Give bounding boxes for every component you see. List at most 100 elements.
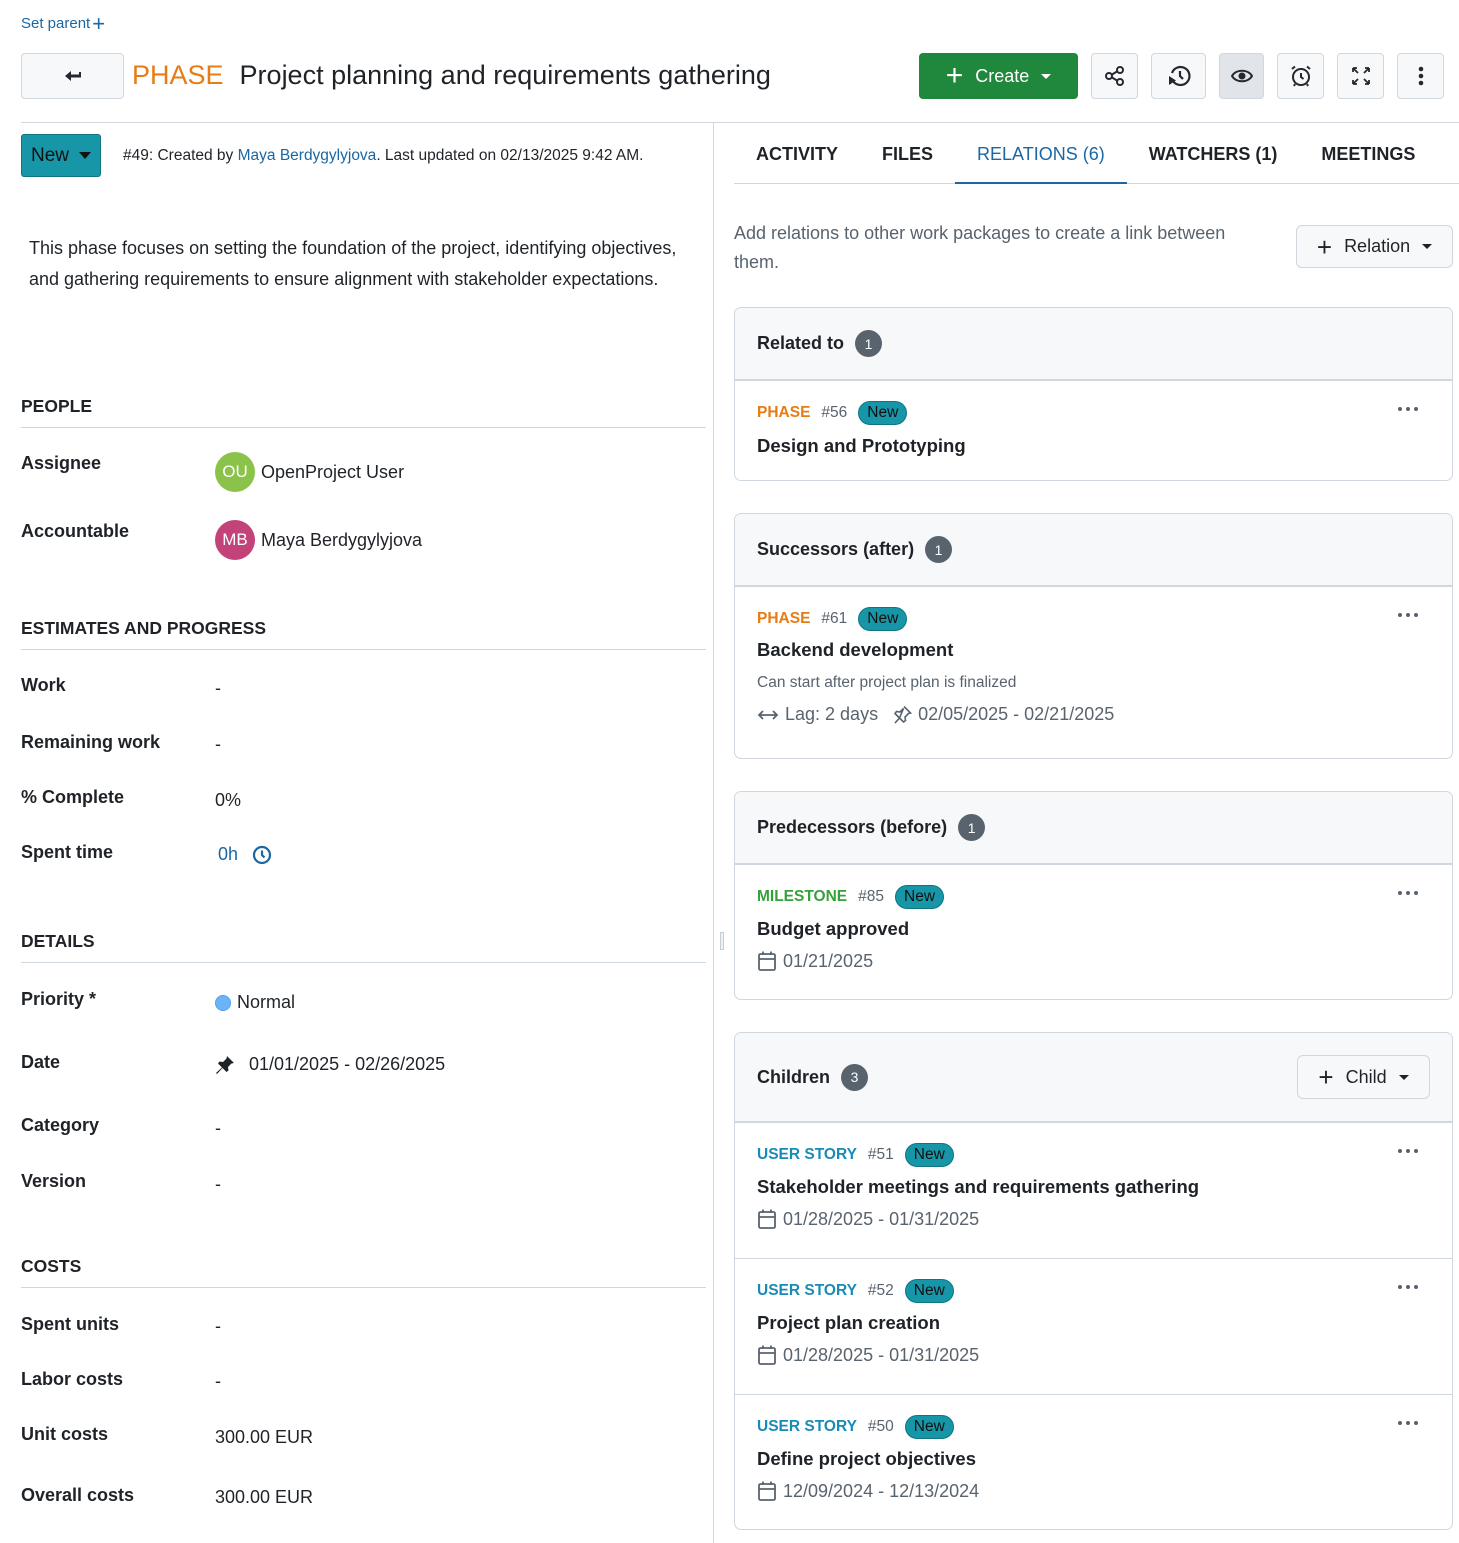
plus-icon: + [945,59,964,92]
lag-value: Lag: 2 days [785,704,879,724]
back-button[interactable] [21,53,124,99]
item-dates-value: 02/05/2025 - 02/21/2025 [918,704,1115,724]
caret-down-icon [79,152,91,159]
version-value[interactable]: - [215,1174,221,1195]
group-counter: 1 [925,536,953,563]
priority-value: Normal [237,992,296,1012]
unit-costs-value[interactable]: 300.00 EUR [215,1427,313,1448]
add-relation-button[interactable]: + Relation [1296,225,1453,268]
dot [1406,1285,1410,1289]
status-dropdown[interactable]: New [21,134,101,177]
dot [1398,613,1402,617]
plus-icon: + [1318,1062,1334,1092]
status-badge: New [858,401,908,425]
description[interactable]: This phase focuses on setting the founda… [29,233,699,295]
item-type: USER STORY [757,1418,857,1435]
more-actions-button[interactable] [1397,53,1444,99]
overall-costs-label: Overall costs [21,1485,135,1505]
relation-label: Relation [1344,236,1411,256]
alarm-clock-icon [1290,65,1311,87]
baseline-history-button[interactable] [1151,53,1206,99]
accountable-field[interactable]: MB Maya Berdygylyjova [215,520,422,560]
item-actions-button[interactable] [1394,1145,1422,1157]
accountable-name: Maya Berdygylyjova [261,529,423,550]
item-title-link[interactable]: Stakeholder meetings and requirements ga… [757,1176,1430,1198]
item-title-link[interactable]: Design and Prototyping [757,435,1430,457]
create-button[interactable]: + Create [919,53,1078,99]
spent-time-link[interactable]: 0h [218,844,238,865]
remaining-work-value[interactable]: - [215,734,221,755]
item-title-link[interactable]: Budget approved [757,918,1430,940]
tab-activity[interactable]: ACTIVITY [734,130,860,184]
item-actions-button[interactable] [1394,403,1422,415]
work-value[interactable]: - [215,678,221,699]
section-people-title: PEOPLE [21,396,706,428]
tab-meetings[interactable]: MEETINGS [1299,130,1437,184]
dot [1398,891,1402,895]
item-id: #56 [821,404,848,421]
tab-files[interactable]: FILES [860,130,955,184]
item-meta: USER STORY #50 New [757,1415,1430,1439]
calendar-icon [758,1209,776,1229]
log-time-clock-icon[interactable] [252,845,272,865]
tab-relations[interactable]: RELATIONS (6) [955,130,1127,184]
toolbar: + Create [919,53,1444,99]
item-title-link[interactable]: Project plan creation [757,1312,1430,1334]
caret-down-icon [1422,244,1433,249]
status-badge: New [858,607,908,631]
pane-resize-handle[interactable] [720,932,724,950]
pin-outline-icon [894,705,913,724]
spent-time-field: 0h [215,844,272,865]
calendar-icon [758,951,776,971]
group-title: Children [757,1066,831,1087]
eye-icon [1230,69,1253,83]
item-dates: 01/28/2025 - 01/31/2025 [757,1344,1430,1366]
dot [1398,1285,1402,1289]
share-button[interactable] [1091,53,1138,99]
relation-item: USER STORY #50 New Define project object… [735,1394,1452,1529]
expand-icon [1351,67,1370,85]
spent-units-value: - [215,1316,221,1336]
column-divider [713,123,714,1543]
caret-down-icon [1398,1074,1409,1080]
percent-complete-value[interactable]: 0% [215,790,241,811]
tab-watchers[interactable]: WATCHERS (1) [1127,130,1300,184]
item-meta: MILESTONE #85 New [757,885,1430,909]
item-id: #85 [858,888,885,905]
accountable-avatar: MB [215,520,255,560]
set-parent-link[interactable]: Set parent + [21,12,105,34]
item-actions-button[interactable] [1394,1281,1422,1293]
plus-icon: + [1316,231,1333,262]
fullscreen-button[interactable] [1337,53,1384,99]
item-meta: USER STORY #51 New [757,1143,1430,1167]
watch-button[interactable] [1219,53,1264,99]
unit-costs-label: Unit costs [21,1424,109,1444]
item-title-link[interactable]: Define project objectives [757,1448,1430,1470]
dot [1414,407,1418,411]
reminder-button[interactable] [1277,53,1324,99]
author-link[interactable]: Maya Berdygylyjova [238,147,377,164]
item-actions-button[interactable] [1394,1417,1422,1429]
caret-down-icon [1041,73,1052,79]
category-value[interactable]: - [215,1118,221,1139]
item-dates-value: 12/09/2024 - 12/13/2024 [783,1480,980,1501]
set-parent-label: Set parent [21,15,91,32]
add-child-button[interactable]: + Child [1297,1055,1430,1099]
item-dates: 01/21/2025 [757,950,1430,972]
item-dates-value: 01/28/2025 - 01/31/2025 [783,1208,980,1229]
labor-costs-value: - [215,1371,221,1391]
item-type: MILESTONE [757,888,848,905]
date-field[interactable]: 01/01/2025 - 02/26/2025 [215,1054,445,1075]
relation-item: USER STORY #51 New Stakeholder meetings … [735,1122,1452,1258]
overall-costs-value: 300.00 EUR [215,1487,314,1507]
item-id: #50 [867,1418,894,1435]
assignee-field[interactable]: OU OpenProject User [215,452,404,492]
work-package-subject[interactable]: Project planning and requirements gather… [240,60,771,91]
calendar-icon [758,1345,776,1365]
dot [1398,1421,1402,1425]
item-actions-button[interactable] [1394,609,1422,621]
item-actions-button[interactable] [1394,887,1422,899]
priority-field[interactable]: Normal [215,992,295,1013]
category-label: Category [21,1115,100,1135]
item-title-link[interactable]: Backend development [757,639,1430,661]
